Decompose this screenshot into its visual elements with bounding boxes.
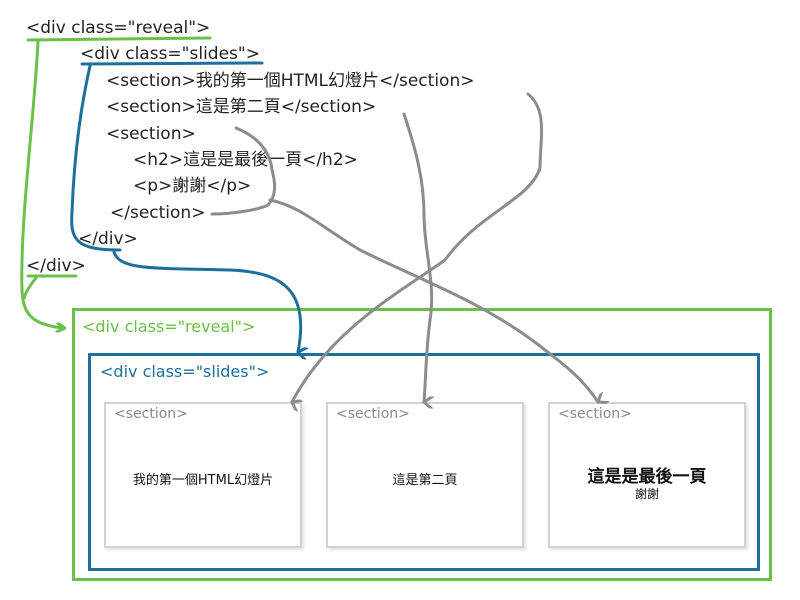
section-card-paragraph: 謝謝 bbox=[634, 487, 659, 501]
code-line-slides-close: </div> bbox=[78, 229, 138, 249]
slides-container-label: <div class="slides"> bbox=[100, 362, 270, 381]
section-card-3: <section> 這是是最後一頁 謝謝 bbox=[548, 402, 746, 548]
section-card-tag: <section> bbox=[114, 406, 188, 422]
section-card-2: <section> 這是第二頁 bbox=[326, 402, 524, 548]
diagram-canvas: <div class="reveal"> <div class="slides"… bbox=[0, 0, 800, 600]
code-line-reveal-open: <div class="reveal"> bbox=[26, 18, 211, 38]
code-line-section-2: <section>這是第二頁</section> bbox=[106, 97, 377, 117]
section-card-1: <section> 我的第一個HTML幻燈片 bbox=[104, 402, 302, 548]
section-card-text: 我的第一個HTML幻燈片 bbox=[132, 473, 274, 488]
section-card-heading: 這是是最後一頁 bbox=[587, 467, 707, 487]
code-line-h2: <h2>這是是最後一頁</h2> bbox=[133, 150, 358, 170]
code-line-reveal-close: </div> bbox=[26, 256, 86, 276]
code-line-p: <p>謝謝</p> bbox=[133, 176, 252, 196]
code-line-section-1: <section>我的第一個HTML幻燈片</section> bbox=[106, 71, 475, 91]
code-line-slides-open: <div class="slides"> bbox=[80, 44, 260, 64]
reveal-container-label: <div class="reveal"> bbox=[82, 317, 256, 336]
section-card-text: 這是第二頁 bbox=[392, 473, 458, 488]
section-card-tag: <section> bbox=[558, 406, 632, 422]
code-line-section-3-close: </section> bbox=[110, 203, 206, 223]
section-card-tag: <section> bbox=[336, 406, 410, 422]
code-line-section-3-open: <section> bbox=[106, 124, 196, 144]
